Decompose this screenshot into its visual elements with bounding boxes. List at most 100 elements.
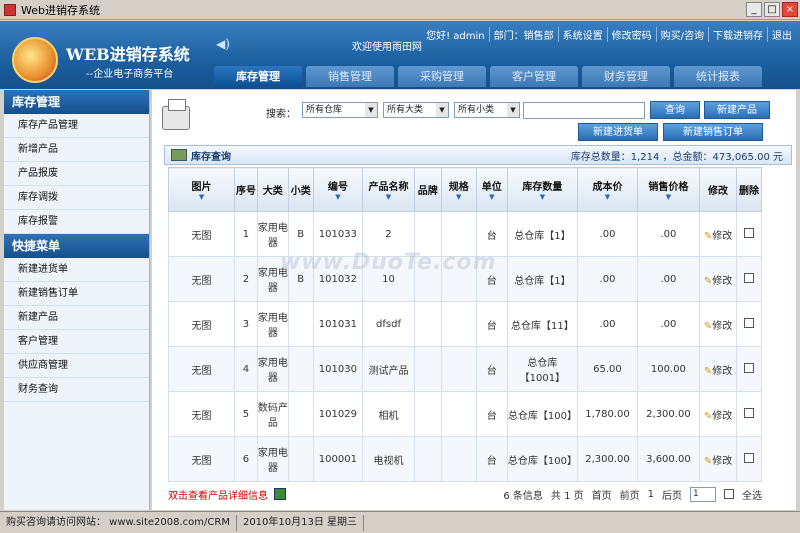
delete-checkbox[interactable] [744, 362, 755, 373]
speaker-icon[interactable]: ◀) [216, 37, 230, 51]
change-password-link[interactable]: 修改密码 [608, 27, 657, 42]
search-button[interactable]: 查询 [650, 101, 700, 119]
search-input[interactable] [523, 102, 645, 119]
tab-sales[interactable]: 销售管理 [306, 66, 394, 87]
search-label: 搜索： [266, 109, 296, 120]
cell-unit: 台 [475, 391, 508, 437]
table-row[interactable]: 无图 3 家用电器 101031 dfsdf 台总仓库【11】 .00.00 ✎修改 [167, 301, 762, 347]
cell-spec [440, 301, 477, 347]
sidebar-item-finance[interactable]: 财务查询 [4, 378, 149, 402]
download-link[interactable]: 下载进销存 [709, 27, 768, 42]
sidebar: 库存管理 库存产品管理 新增产品 产品报废 库存调拨 库存报警 快捷菜单 新建进… [4, 90, 150, 510]
sidebar-item-customers[interactable]: 客户管理 [4, 330, 149, 354]
main-content: 搜索： 所有仓库 所有大类 所有小类 查询 新建产品 新建进货单 新建销售订单 … [152, 90, 796, 510]
delete-checkbox[interactable] [744, 317, 755, 328]
edit-link[interactable]: 修改 [712, 276, 732, 287]
new-product-button[interactable]: 新建产品 [704, 101, 770, 119]
cell-spec [440, 346, 477, 392]
new-sales-order-button[interactable]: 新建销售订单 [663, 123, 763, 141]
delete-checkbox[interactable] [744, 272, 755, 283]
tab-purchase[interactable]: 采购管理 [398, 66, 486, 87]
tab-inventory[interactable]: 库存管理 [214, 66, 302, 87]
cell-sale-price: .00 [636, 211, 700, 257]
excel-export-icon[interactable] [274, 488, 286, 500]
sidebar-item-transfer[interactable]: 库存调拨 [4, 186, 149, 210]
delete-checkbox[interactable] [744, 407, 755, 418]
col-edit: 修改 [698, 167, 738, 212]
delete-cell [736, 256, 762, 302]
sidebar-item-new-purchase[interactable]: 新建进货单 [4, 258, 149, 282]
edit-cell[interactable]: ✎修改 [698, 391, 738, 437]
col-category: 大类 [256, 167, 289, 212]
category-select[interactable]: 所有大类 [383, 102, 449, 118]
sidebar-item-add-product[interactable]: 新增产品 [4, 138, 149, 162]
inventory-totals: 库存总数量：1,214 ，总金额：473,065.00 元 [570, 151, 783, 163]
delete-checkbox[interactable] [744, 452, 755, 463]
logout-link[interactable]: 退出 [768, 27, 796, 42]
tab-finance[interactable]: 财务管理 [582, 66, 670, 87]
edit-link[interactable]: 修改 [712, 321, 732, 332]
close-button[interactable]: × [782, 2, 798, 17]
sidebar-item-suppliers[interactable]: 供应商管理 [4, 354, 149, 378]
new-purchase-button[interactable]: 新建进货单 [578, 123, 658, 141]
table-footer: 双击查看产品详细信息 6 条信息 共 1 页 首页 前页 1 后页 1 全选 [168, 485, 762, 503]
edit-link[interactable]: 修改 [712, 411, 732, 422]
delete-checkbox[interactable] [744, 227, 755, 238]
pager: 6 条信息 共 1 页 首页 前页 1 后页 1 全选 [503, 486, 762, 502]
table-row[interactable]: 无图 6 家用电器 100001 电视机 台总仓库【100】 2,300.00 3,600.0… [167, 436, 762, 482]
cell-image: 无图 [167, 436, 236, 482]
cell-subcategory [287, 436, 314, 482]
app-icon [4, 3, 16, 16]
edit-cell[interactable]: ✎修改 [698, 346, 738, 392]
table-row[interactable]: 无图 4 家用电器 101030 测试产品 台总仓库【1001】 65.00 100.00 ✎修… [167, 346, 762, 392]
col-cost-price[interactable]: 成本价 ▼ [577, 167, 638, 212]
col-stock-qty[interactable]: 库存数量 ▼ [506, 167, 579, 212]
subcategory-select[interactable]: 所有小类 [454, 102, 520, 118]
maximize-button[interactable]: □ [764, 2, 780, 17]
minimize-button[interactable]: _ [746, 2, 762, 17]
edit-link[interactable]: 修改 [712, 366, 732, 377]
sidebar-item-alert[interactable]: 库存报警 [4, 210, 149, 234]
edit-cell[interactable]: ✎修改 [698, 211, 738, 257]
warehouse-select[interactable]: 所有仓库 [302, 102, 378, 118]
cell-subcategory [287, 346, 314, 392]
buy-consult-link[interactable]: 购买/咨询 [657, 27, 709, 42]
sidebar-item-new-product[interactable]: 新建产品 [4, 306, 149, 330]
printer-icon[interactable] [162, 99, 190, 130]
edit-cell[interactable]: ✎修改 [698, 256, 738, 302]
edit-cell[interactable]: ✎修改 [698, 301, 738, 347]
col-sale-price[interactable]: 销售价格 ▼ [636, 167, 700, 212]
cell-image: 无图 [167, 301, 236, 347]
first-page-link[interactable]: 首页 [592, 487, 612, 502]
cell-brand [413, 346, 442, 392]
col-product-name[interactable]: 产品名称 ▼ [362, 167, 415, 212]
col-image[interactable]: 图片 ▼ [167, 167, 236, 212]
col-spec[interactable]: 规格 ▼ [440, 167, 477, 212]
record-count: 6 条信息 [503, 490, 543, 502]
sidebar-item-new-sales-order[interactable]: 新建销售订单 [4, 282, 149, 306]
settings-link[interactable]: 系统设置 [559, 27, 608, 42]
table-row[interactable]: 无图 5 数码产品 101029 相机 台总仓库【100】 1,780.00 2,300.00… [167, 391, 762, 437]
cell-unit: 台 [475, 346, 508, 392]
prev-page-link[interactable]: 前页 [620, 487, 640, 502]
col-code[interactable]: 编号 ▼ [312, 167, 364, 212]
tab-customers[interactable]: 客户管理 [490, 66, 578, 87]
sidebar-item-product-manage[interactable]: 库存产品管理 [4, 114, 149, 138]
edit-cell[interactable]: ✎修改 [698, 436, 738, 482]
page-select[interactable]: 1 [690, 486, 716, 502]
col-unit[interactable]: 单位 ▼ [475, 167, 508, 212]
cell-brand [413, 436, 442, 482]
next-page-link[interactable]: 后页 [662, 487, 682, 502]
cell-cost-price: .00 [577, 211, 638, 257]
select-all-checkbox[interactable] [724, 489, 734, 499]
edit-link[interactable]: 修改 [712, 231, 732, 242]
status-date: 2010年10月13日 星期三 [237, 514, 365, 531]
tab-reports[interactable]: 统计报表 [674, 66, 762, 87]
sidebar-item-scrap[interactable]: 产品报废 [4, 162, 149, 186]
cell-cost-price: 65.00 [577, 346, 638, 392]
department-link[interactable]: 部门：销售部 [490, 27, 559, 42]
edit-link[interactable]: 修改 [712, 456, 732, 467]
cell-sale-price: 3,600.00 [636, 436, 700, 482]
cell-code: 101029 [312, 391, 364, 437]
cell-product-name: 相机 [362, 391, 415, 437]
